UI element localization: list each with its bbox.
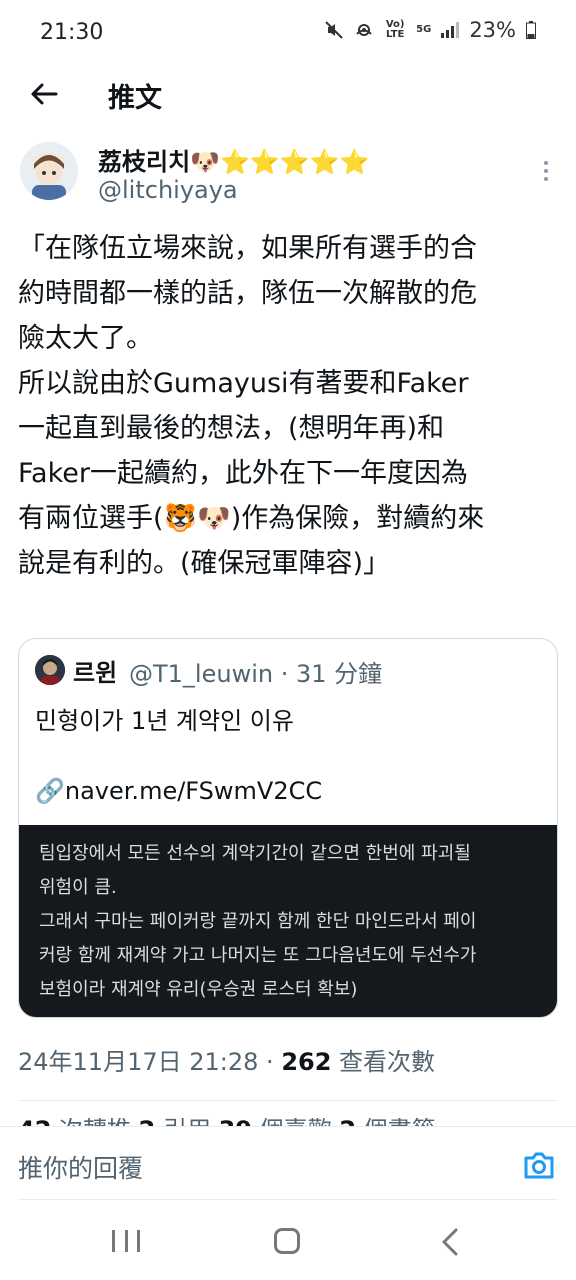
author-avatar[interactable] [20, 142, 78, 200]
more-vertical-icon [544, 161, 548, 165]
mute-icon [325, 21, 343, 39]
tweet-timestamp: 24年11月17日 21:28 · 262 查看次數 [18, 1042, 435, 1077]
system-back-button[interactable] [438, 1228, 464, 1256]
quote-image[interactable]: 팀입장에서 모든 선수의 계약기간이 같으면 한번에 파괴될 위험이 큼. 그래… [19, 825, 557, 1017]
system-nav-bar [0, 1200, 576, 1280]
camera-icon [524, 1152, 554, 1179]
views-label: 查看次數 [331, 1048, 436, 1076]
quote-author-avatar [35, 655, 65, 685]
quote-avatar-image [35, 655, 65, 685]
back-button[interactable] [22, 72, 66, 116]
reply-input[interactable]: 推你的回覆 [18, 1149, 143, 1185]
status-time: 21:30 [40, 20, 104, 45]
more-options-button[interactable] [534, 156, 558, 186]
quote-link[interactable]: 🔗naver.me/FSwmV2CC [35, 777, 322, 805]
status-bar: 21:30 Vo) LTE 5G 23% [0, 0, 576, 64]
home-button[interactable] [274, 1228, 300, 1254]
views-count: 262 [281, 1048, 332, 1076]
avatar-image [20, 142, 78, 200]
page-title: 推文 [108, 83, 162, 114]
tweet-date[interactable]: 24年11月17日 21:28 [18, 1048, 258, 1076]
divider [18, 1100, 558, 1101]
arrow-left-icon [31, 83, 58, 105]
battery-percent: 23% [469, 18, 516, 42]
quote-author-meta: @T1_leuwin · 31 分鐘 [129, 660, 383, 688]
quoted-tweet[interactable]: 르윈 @T1_leuwin · 31 分鐘 민형이가 1년 계약인 이유 🔗na… [18, 638, 558, 1018]
hotspot-icon [356, 24, 372, 36]
chevron-left-icon [442, 1228, 458, 1256]
quote-author-name: 르윈 [73, 659, 118, 687]
quote-image-text: 팀입장에서 모든 선수의 계약기간이 같으면 한번에 파괴될 위험이 큼. 그래… [39, 843, 477, 1000]
quote-text: 민형이가 1년 계약인 이유 [35, 707, 294, 735]
lte-indicator: Vo) LTE [385, 19, 405, 40]
signal-icon [441, 22, 460, 38]
timestamp-separator: · [258, 1048, 282, 1076]
5g-indicator: 5G [416, 24, 432, 35]
battery-icon [526, 21, 536, 39]
camera-button[interactable] [522, 1151, 556, 1181]
top-bar: 推文 [0, 64, 576, 128]
reply-bar: 推你的回覆 [0, 1126, 576, 1201]
status-icons: Vo) LTE 5G 23% [324, 18, 536, 42]
author-name[interactable]: 荔枝리치🐶⭐⭐⭐⭐⭐ [98, 142, 369, 177]
author-handle[interactable]: @litchiyaya [98, 176, 238, 204]
recents-button[interactable] [112, 1230, 140, 1252]
tweet-text: 「在隊伍立場來說，如果所有選手的合 約時間都一樣的話，隊伍一次解散的危 險太大了… [18, 233, 485, 579]
